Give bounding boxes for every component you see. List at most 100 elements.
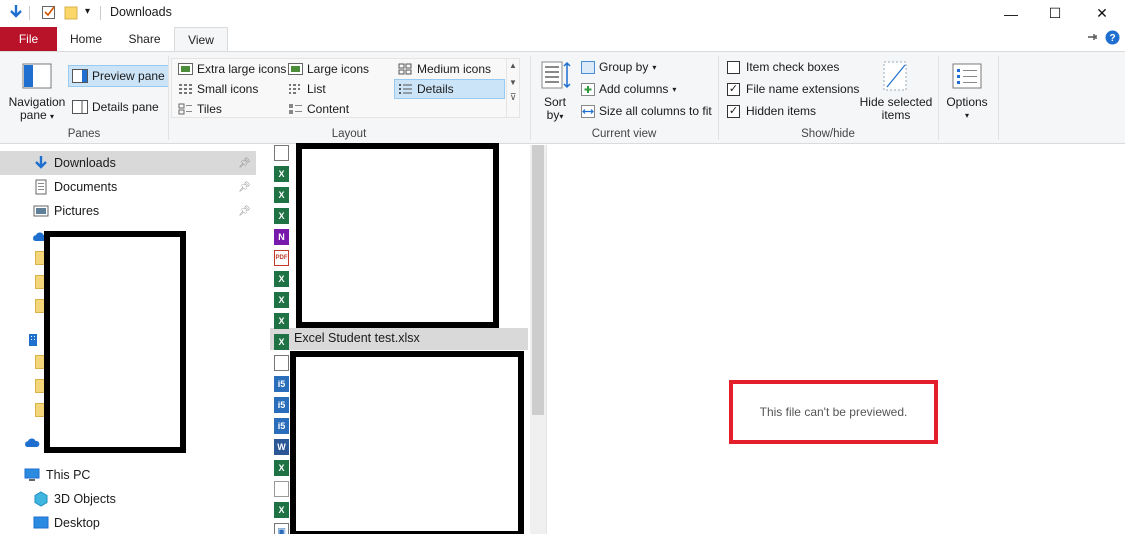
nav-item-documents[interactable]: Documents 📌︎ [0,175,256,199]
item-check-boxes-label: Item check boxes [746,60,840,74]
file-list-scrollbar[interactable] [530,145,546,534]
excel-icon: X [274,334,289,350]
sort-by-button[interactable]: Sort by▾ [540,96,570,123]
nav-label: This PC [46,468,91,482]
new-folder-icon[interactable] [64,4,80,20]
title-bar: ▾ Downloads — ☐ ✕ [0,0,1125,27]
file-name-extensions-checkbox[interactable]: ✓ [727,82,740,96]
navigation-pane-button[interactable]: Navigation pane ▾ [6,96,68,123]
title-separator [29,6,30,20]
layout-tiles[interactable]: Tiles [178,102,222,116]
gallery-down-icon[interactable]: ▼ [507,78,519,87]
computer-icon [24,467,40,483]
chevron-down-icon: ▾ [652,62,657,72]
excel-icon: X [274,313,289,329]
download-folder-icon [33,155,49,171]
properties-icon[interactable] [41,4,57,20]
size-columns-icon [581,104,595,118]
medium-icons-icon [398,63,413,75]
nav-item-downloads[interactable]: Downloads 📌︎ [0,151,256,175]
layout-large-icons[interactable]: Large icons [288,62,369,76]
file-list[interactable]: X X X N PDF X X X Xi5 i5 i5 W X X ▣ Excel Student test… [268,143,530,534]
excel-icon: X [274,460,289,476]
layout-group-label: Layout [331,128,367,140]
file-name[interactable]: Excel Student test.xlsx [294,331,420,345]
details-pane-button[interactable]: Details pane [72,97,159,117]
layout-item-label: List [307,82,326,96]
tab-home[interactable]: Home [57,27,115,51]
nav-label: Downloads [54,156,116,170]
add-columns-button[interactable]: Add columns ▾ [581,82,676,96]
options-icon [952,63,982,89]
minimize-button[interactable]: — [988,0,1034,27]
hidden-items-label: Hidden items [746,104,817,118]
item-check-boxes-checkbox[interactable] [727,60,740,74]
pin-ribbon-icon[interactable] [1086,30,1100,44]
help-icon[interactable]: ? [1105,30,1120,45]
size-all-columns-label: Size all columns to fit [599,104,712,118]
show-hide-group-label: Show/hide [801,128,855,140]
nav-item-this-pc[interactable]: This PC [0,463,256,487]
group-by-label: Group by [599,60,649,74]
excel-icon: X [274,166,289,182]
customize-toolbar-icon[interactable]: ▾ [85,6,90,17]
hidden-items-checkbox[interactable]: ✓ [727,104,740,118]
excel-icon: X [274,502,289,518]
excel-icon: X [274,187,289,203]
hide-selected-label-2: items [881,108,911,122]
options-label: Options [946,95,988,109]
layout-small-icons[interactable]: Small icons [178,82,258,96]
exe-icon: i5 [274,397,289,413]
preview-pane-button[interactable]: Preview pane [68,65,169,87]
redaction-box [296,143,499,328]
nav-item-3d-objects[interactable]: 3D Objects [0,487,256,511]
small-icons-icon [178,83,193,95]
gallery-up-icon[interactable]: ▲ [507,61,519,70]
layout-content[interactable]: Content [288,102,349,116]
hide-selected-items-icon [883,61,909,91]
size-all-columns-button[interactable]: Size all columns to fit [581,104,712,118]
gallery-scrollbar[interactable]: ▲ ▼ ⊽ [506,59,519,117]
close-button[interactable]: ✕ [1079,0,1125,27]
excel-icon: X [274,292,289,308]
layout-extra-large-icons[interactable]: Extra large icons [178,62,286,76]
tab-share[interactable]: Share [115,27,174,51]
item-check-boxes-toggle[interactable]: Item check boxes [727,60,839,74]
layout-details[interactable]: Details [394,79,505,99]
doc-icon [274,355,289,371]
maximize-button[interactable]: ☐ [1032,0,1078,27]
layout-list[interactable]: List [288,82,326,96]
navigation-pane-label-2: pane [19,108,47,122]
preview-highlight-box: This file can't be previewed. [729,380,938,444]
scrollbar-thumb[interactable] [532,145,544,415]
pin-icon[interactable]: 📌︎ [238,206,251,217]
chevron-down-icon: ▾ [559,112,564,121]
group-by-button[interactable]: Group by ▾ [581,60,656,74]
nav-label: Desktop [54,516,100,530]
onenote-icon: N [274,229,289,245]
layout-item-label: Details [417,82,454,96]
download-arrow-icon[interactable] [8,4,24,20]
tab-file[interactable]: File [0,27,57,51]
pin-icon[interactable]: 📌︎ [238,158,251,169]
gallery-expand-icon[interactable]: ⊽ [507,92,519,103]
group-by-icon [581,60,595,74]
exe-icon: i5 [274,418,289,434]
hidden-items-toggle[interactable]: ✓ Hidden items [727,104,816,118]
tiles-view-icon [178,103,193,115]
nav-item-pictures[interactable]: Pictures 📌︎ [0,199,256,223]
ribbon: Navigation pane ▾ Preview pane Details p… [0,51,1125,144]
file-name-extensions-toggle[interactable]: ✓ File name extensions [727,82,859,96]
options-button[interactable]: Options ▾ [942,96,992,122]
tab-view[interactable]: View [174,27,228,51]
nav-item-desktop[interactable]: Desktop [0,511,256,534]
navigation-pane-icon [22,63,52,89]
pin-icon[interactable]: 📌︎ [238,182,251,193]
image-file-icon: ▣ [274,523,289,534]
blank-file-icon [274,481,289,497]
layout-medium-icons[interactable]: Medium icons [398,62,491,76]
hide-selected-items-button[interactable]: Hide selected items [857,96,935,122]
window-title: Downloads [110,5,172,19]
redaction-box [44,231,186,453]
navigation-pane[interactable]: Downloads 📌︎ Documents 📌︎ Pictures 📌︎ Th… [0,145,256,534]
